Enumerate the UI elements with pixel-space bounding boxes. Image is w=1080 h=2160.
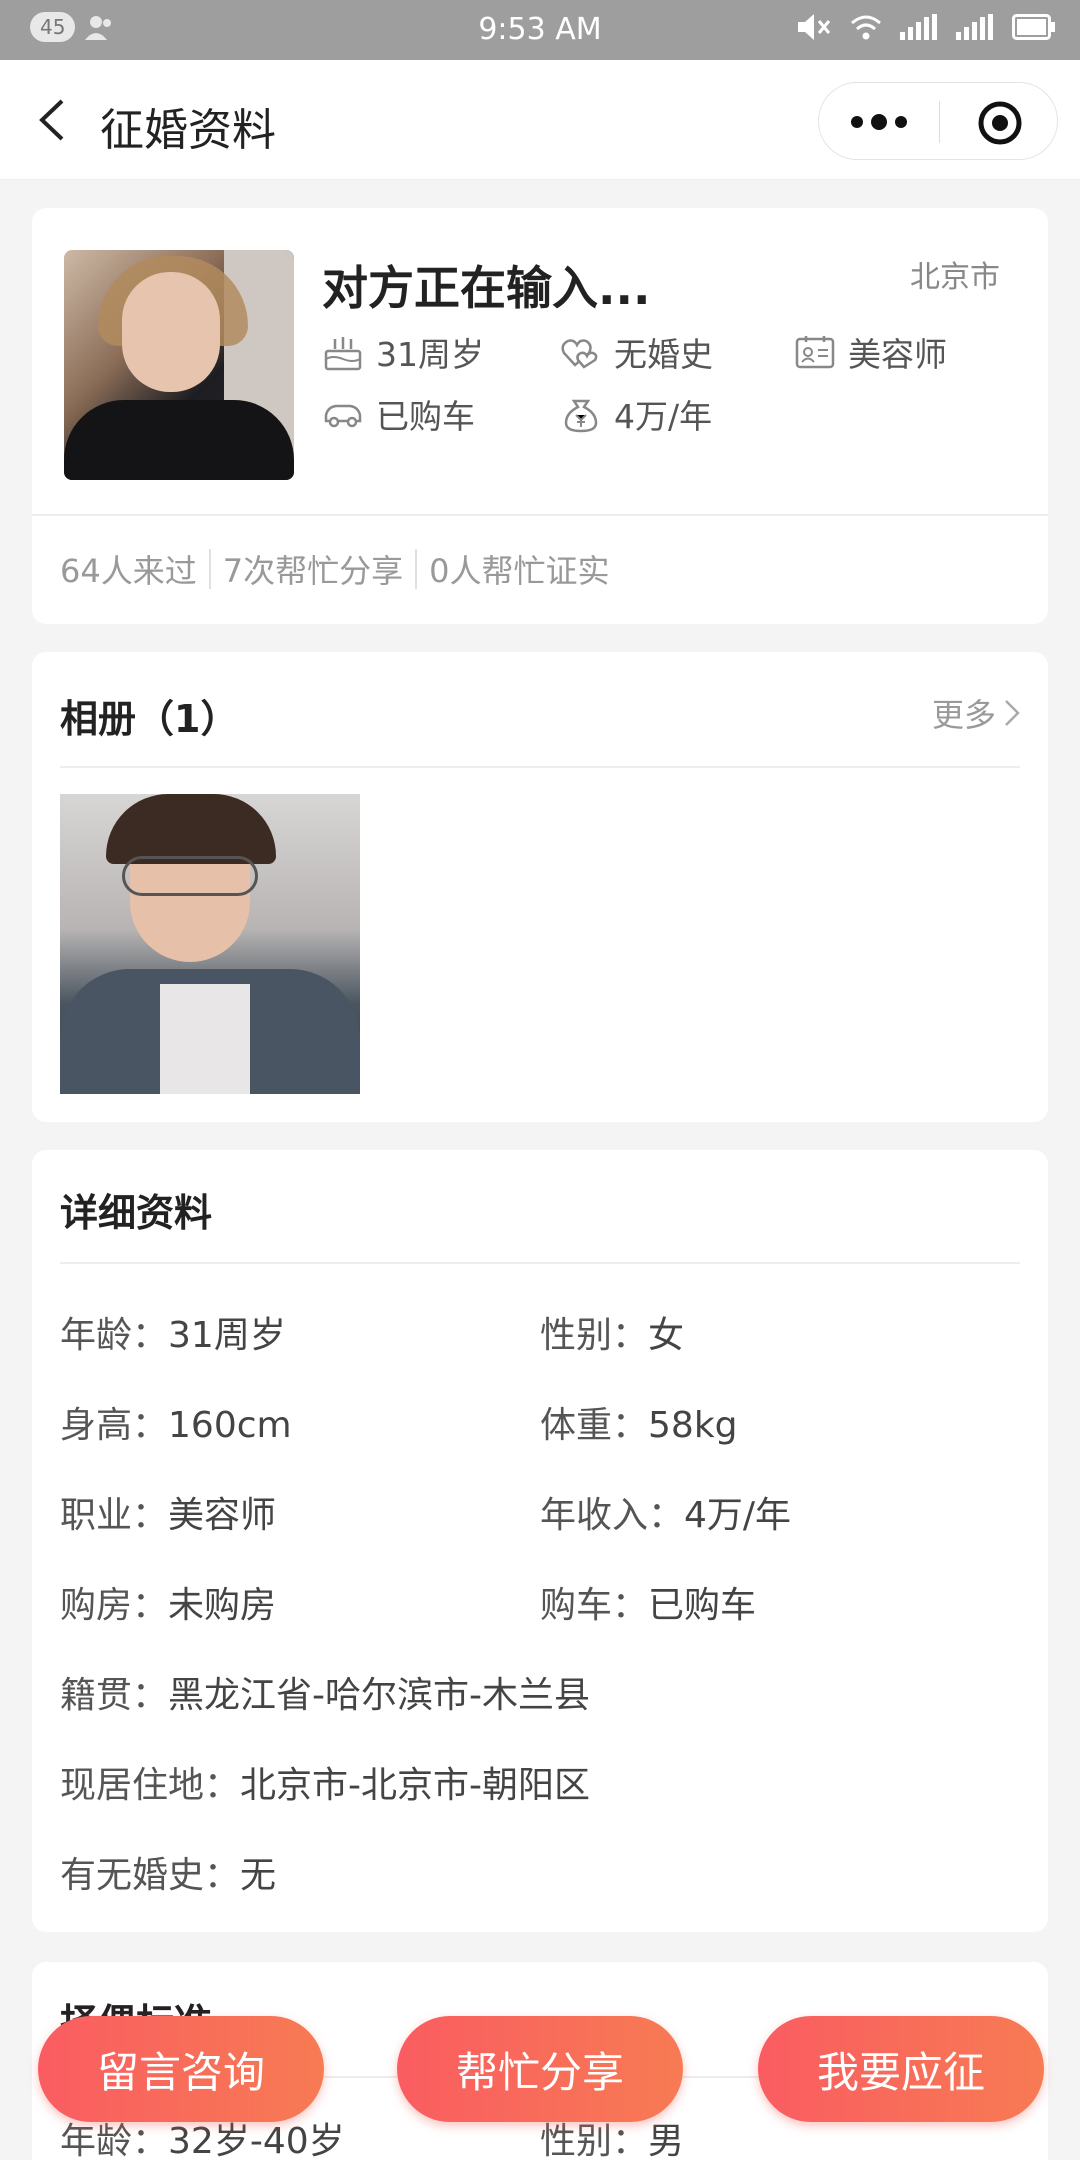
mini-program-capsule — [818, 82, 1058, 160]
detail-field-weight: 体重：58kg — [540, 1405, 738, 1446]
detail-field-job: 职业：美容师 — [60, 1495, 277, 1536]
mute-icon — [798, 14, 831, 40]
detail-field-height: 身高：160cm — [60, 1405, 292, 1446]
money-bag-icon — [564, 399, 598, 433]
detail-field-age: 年龄：31周岁 — [60, 1315, 286, 1356]
hearts-icon — [561, 339, 598, 369]
stat-separator — [208, 549, 211, 589]
avatar[interactable] — [64, 250, 294, 480]
detail-title: 详细资料 — [60, 1191, 213, 1235]
album-card: 相册（1） 更多 — [32, 652, 1048, 1122]
tag-income-text: 4万/年 — [614, 397, 713, 436]
signal-icon — [900, 14, 937, 40]
album-divider — [60, 766, 1020, 768]
tag-marriage: 无婚史 — [560, 328, 713, 376]
tag-car-text: 已购车 — [376, 397, 475, 436]
tag-income: 4万/年 — [560, 390, 712, 438]
profile-name: 对方正在输入... — [322, 261, 651, 315]
tag-job-text: 美容师 — [848, 335, 947, 374]
chevron-right-icon — [1005, 700, 1020, 726]
close-target-icon[interactable] — [977, 100, 1023, 146]
signal-2-icon — [956, 14, 993, 40]
detail-field-residence: 现居住地：北京市-北京市-朝阳区 — [60, 1765, 590, 1806]
tag-car: 已购车 — [322, 390, 475, 438]
profile-divider — [32, 514, 1048, 516]
battery-icon — [1012, 14, 1055, 40]
cake-icon — [324, 337, 362, 371]
apply-button[interactable]: 我要应征 — [758, 2016, 1044, 2122]
nav-bar: 征婚资料 — [0, 60, 1080, 180]
detail-field-gender: 性别：女 — [540, 1315, 685, 1356]
share-button[interactable]: 帮忙分享 — [397, 2016, 683, 2122]
page-title: 征婚资料 — [100, 105, 276, 156]
profile-city: 北京市 — [910, 260, 1000, 295]
tag-age: 31周岁 — [322, 328, 484, 376]
id-card-icon — [795, 336, 835, 369]
album-more-link[interactable]: 更多 — [932, 690, 1020, 736]
status-right — [796, 12, 1056, 42]
album-title: 相册（1） — [60, 697, 239, 741]
profile-stats: 64人来过 7次帮忙分享 0人帮忙证实 — [60, 546, 609, 592]
album-photo[interactable] — [60, 794, 360, 1094]
stat-visitors: 64人来过 — [60, 552, 197, 590]
car-icon — [324, 404, 362, 428]
stat-separator — [415, 549, 418, 589]
tag-marriage-text: 无婚史 — [614, 335, 713, 374]
capsule-divider — [939, 101, 940, 143]
tag-age-text: 31周岁 — [376, 335, 484, 374]
stat-verified: 0人帮忙证实 — [429, 552, 610, 590]
detail-field-income: 年收入：4万/年 — [540, 1495, 792, 1536]
detail-divider — [60, 1262, 1020, 1264]
tag-job: 美容师 — [794, 328, 947, 376]
back-arrow-icon[interactable] — [36, 98, 66, 142]
stat-shares: 7次帮忙分享 — [222, 552, 404, 590]
status-bar: 45 9:53 AM — [0, 0, 1080, 60]
album-more-label: 更多 — [931, 696, 996, 734]
more-dots-icon[interactable] — [847, 109, 911, 135]
detail-field-hometown: 籍贯：黑龙江省-哈尔滨市-木兰县 — [60, 1675, 590, 1716]
profile-card: 对方正在输入... 北京市 31周岁 无婚史 美容师 已购车 4万/年 64人来… — [32, 208, 1048, 624]
detail-card: 详细资料 年龄：31周岁 性别：女 身高：160cm 体重：58kg 职业：美容… — [32, 1150, 1048, 1932]
detail-field-marriage: 有无婚史：无 — [60, 1855, 277, 1896]
wifi-icon — [851, 15, 881, 40]
consult-button[interactable]: 留言咨询 — [38, 2016, 324, 2122]
detail-field-car: 购车：已购车 — [540, 1585, 757, 1626]
detail-field-house: 购房：未购房 — [60, 1585, 277, 1626]
